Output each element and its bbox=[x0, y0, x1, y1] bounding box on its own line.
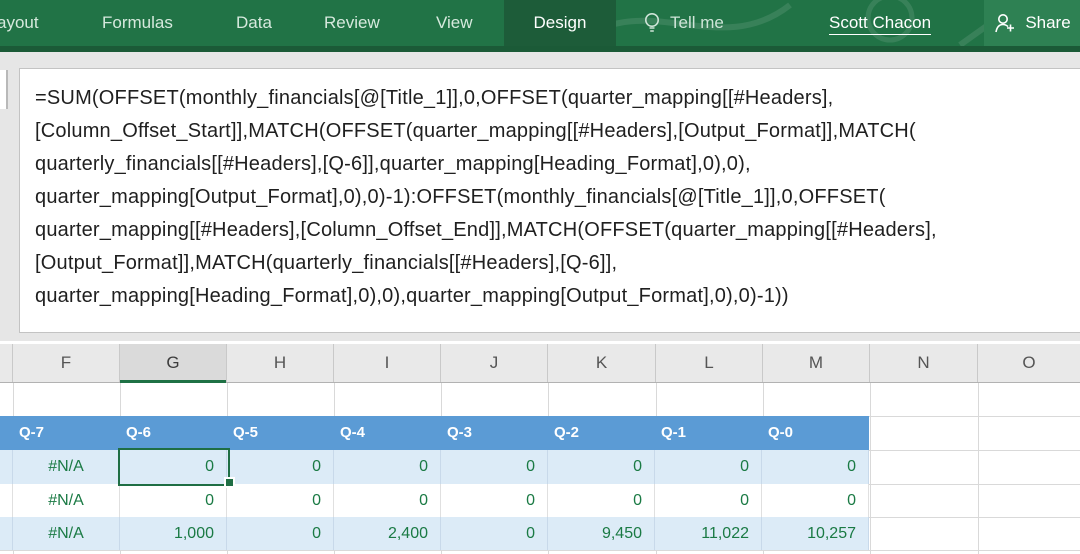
cell-j-1[interactable]: 0 bbox=[441, 450, 548, 484]
column-header-f[interactable]: F bbox=[13, 344, 120, 382]
table-header-row: Q-7 Q-6 Q-5 Q-4 Q-3 Q-2 Q-1 Q-0 bbox=[0, 416, 869, 450]
cell-g-2[interactable]: 0 bbox=[120, 484, 227, 517]
column-header-row: F G H I J K L M N O bbox=[0, 344, 1080, 383]
tell-me-label: Tell me bbox=[670, 13, 724, 33]
account-name[interactable]: Scott Chacon bbox=[829, 0, 931, 46]
cell-m-2[interactable]: 0 bbox=[762, 484, 869, 517]
cell-i-2[interactable]: 0 bbox=[334, 484, 441, 517]
table-header-q0[interactable]: Q-0 bbox=[762, 416, 869, 450]
cell-i-1[interactable]: 0 bbox=[334, 450, 441, 484]
lightbulb-icon bbox=[642, 11, 662, 35]
cell-j-3[interactable]: 0 bbox=[441, 517, 548, 550]
table-header-q2[interactable]: Q-2 bbox=[548, 416, 655, 450]
tab-layout[interactable]: ayout bbox=[0, 0, 39, 46]
cell-l-1[interactable]: 0 bbox=[655, 450, 762, 484]
column-header-sliver[interactable] bbox=[0, 344, 13, 382]
column-header-h[interactable]: H bbox=[227, 344, 334, 382]
cell-l-2[interactable]: 0 bbox=[655, 484, 762, 517]
cell-m-3[interactable]: 10,257 bbox=[762, 517, 869, 550]
gridline bbox=[870, 383, 871, 554]
formula-line: [Output_Format]],MATCH(quarterly_financi… bbox=[35, 247, 1080, 280]
share-label: Share bbox=[1025, 13, 1070, 33]
tab-review[interactable]: Review bbox=[324, 0, 380, 46]
column-header-g[interactable]: G bbox=[120, 344, 227, 382]
cell-k-2[interactable]: 0 bbox=[548, 484, 655, 517]
cell-k-1[interactable]: 0 bbox=[548, 450, 655, 484]
column-header-l[interactable]: L bbox=[656, 344, 763, 382]
cell-e-3[interactable] bbox=[0, 517, 13, 550]
table-header-q3[interactable]: Q-3 bbox=[441, 416, 548, 450]
tell-me-button[interactable]: Tell me bbox=[642, 0, 724, 46]
tab-formulas[interactable]: Formulas bbox=[102, 0, 173, 46]
share-button[interactable]: Share bbox=[984, 0, 1080, 46]
cell-f-3[interactable]: #N/A bbox=[13, 517, 120, 550]
fill-handle[interactable] bbox=[226, 479, 233, 486]
tab-design[interactable]: Design bbox=[504, 0, 616, 46]
cell-j-2[interactable]: 0 bbox=[441, 484, 548, 517]
ribbon: ayout Formulas Data Review View Design T… bbox=[0, 0, 1080, 46]
gridline bbox=[0, 550, 1080, 551]
excel-window: ayout Formulas Data Review View Design T… bbox=[0, 0, 1080, 554]
gridline bbox=[978, 383, 979, 554]
cell-f-2[interactable]: #N/A bbox=[13, 484, 120, 517]
cell-k-3[interactable]: 9,450 bbox=[548, 517, 655, 550]
formula-line: quarterly_financials[[#Headers],[Q-6]],q… bbox=[35, 148, 1080, 181]
table-header-q6[interactable]: Q-6 bbox=[120, 416, 227, 450]
cell-h-3[interactable]: 0 bbox=[227, 517, 334, 550]
tab-view[interactable]: View bbox=[436, 0, 473, 46]
column-header-k[interactable]: K bbox=[548, 344, 656, 382]
table-header-q5[interactable]: Q-5 bbox=[227, 416, 334, 450]
formula-line: [Column_Offset_Start]],MATCH(OFFSET(quar… bbox=[35, 115, 1080, 148]
formula-line: quarter_mapping[[#Headers],[Column_Offse… bbox=[35, 214, 1080, 247]
cell-m-1[interactable]: 0 bbox=[762, 450, 869, 484]
table-header-q4[interactable]: Q-4 bbox=[334, 416, 441, 450]
column-header-j[interactable]: J bbox=[441, 344, 548, 382]
formula-line: =SUM(OFFSET(monthly_financials[@[Title_1… bbox=[35, 82, 1080, 115]
tab-data[interactable]: Data bbox=[236, 0, 272, 46]
cell-i-3[interactable]: 2,400 bbox=[334, 517, 441, 550]
cell-e-2[interactable] bbox=[0, 484, 13, 517]
column-header-n[interactable]: N bbox=[870, 344, 978, 382]
column-header-i[interactable]: I bbox=[334, 344, 441, 382]
cell-g-3[interactable]: 1,000 bbox=[120, 517, 227, 550]
cell-l-3[interactable]: 11,022 bbox=[655, 517, 762, 550]
cell-e-1[interactable] bbox=[0, 450, 13, 484]
formula-line: quarter_mapping[Heading_Format],0),0),qu… bbox=[35, 280, 1080, 313]
table-row: #N/A 1,000 0 2,400 0 9,450 11,022 10,257 bbox=[0, 517, 869, 550]
table-header-sliver[interactable] bbox=[0, 416, 13, 450]
formula-line: quarter_mapping[Output_Format],0),0)-1):… bbox=[35, 181, 1080, 214]
table-row: #N/A 0 0 0 0 0 0 0 bbox=[0, 484, 869, 517]
table-header-q1[interactable]: Q-1 bbox=[655, 416, 762, 450]
sheet-grid[interactable]: Q-7 Q-6 Q-5 Q-4 Q-3 Q-2 Q-1 Q-0 #N/A 0 0… bbox=[0, 383, 1080, 554]
column-header-m[interactable]: M bbox=[763, 344, 870, 382]
selected-cell-outline bbox=[118, 448, 230, 486]
cell-h-1[interactable]: 0 bbox=[227, 450, 334, 484]
column-header-o[interactable]: O bbox=[978, 344, 1080, 382]
formula-bar[interactable]: =SUM(OFFSET(monthly_financials[@[Title_1… bbox=[19, 68, 1080, 333]
name-box-fragment bbox=[0, 70, 8, 109]
share-person-icon bbox=[993, 11, 1017, 35]
cell-f-1[interactable]: #N/A bbox=[13, 450, 120, 484]
table-header-q7[interactable]: Q-7 bbox=[13, 416, 120, 450]
cell-h-2[interactable]: 0 bbox=[227, 484, 334, 517]
